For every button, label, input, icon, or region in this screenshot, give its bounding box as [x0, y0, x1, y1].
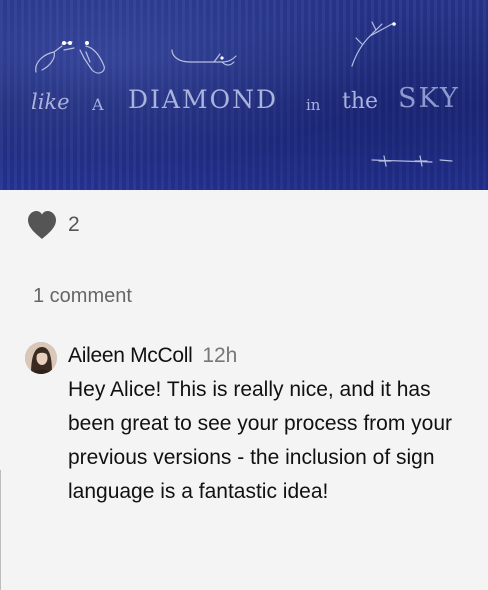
- artwork-word-diamond: DIAMOND: [128, 85, 278, 114]
- comment-text: Hey Alice! This is really nice, and it h…: [68, 378, 453, 503]
- artwork-word-in: in: [306, 96, 321, 114]
- avatar[interactable]: [25, 342, 57, 374]
- post-artwork-image[interactable]: like A DIAMOND in the SKY: [0, 0, 488, 190]
- comment-count[interactable]: 1 comment: [33, 285, 132, 308]
- artwork-word-sky: SKY: [398, 83, 460, 114]
- like-row: 2: [26, 208, 80, 242]
- comment-timestamp: 12h: [202, 344, 238, 367]
- artwork-word-a: A: [92, 95, 104, 114]
- divider: [0, 470, 1, 590]
- comment-author[interactable]: Aileen McColl: [68, 344, 193, 367]
- heart-icon[interactable]: [26, 209, 58, 241]
- artwork-word-like: like: [31, 90, 70, 114]
- like-count: 2: [68, 213, 80, 236]
- comment-header: Aileen McColl 12h: [68, 344, 237, 368]
- artwork-word-the: the: [342, 89, 379, 114]
- artwork-title-text: like A DIAMOND in the SKY: [0, 78, 488, 118]
